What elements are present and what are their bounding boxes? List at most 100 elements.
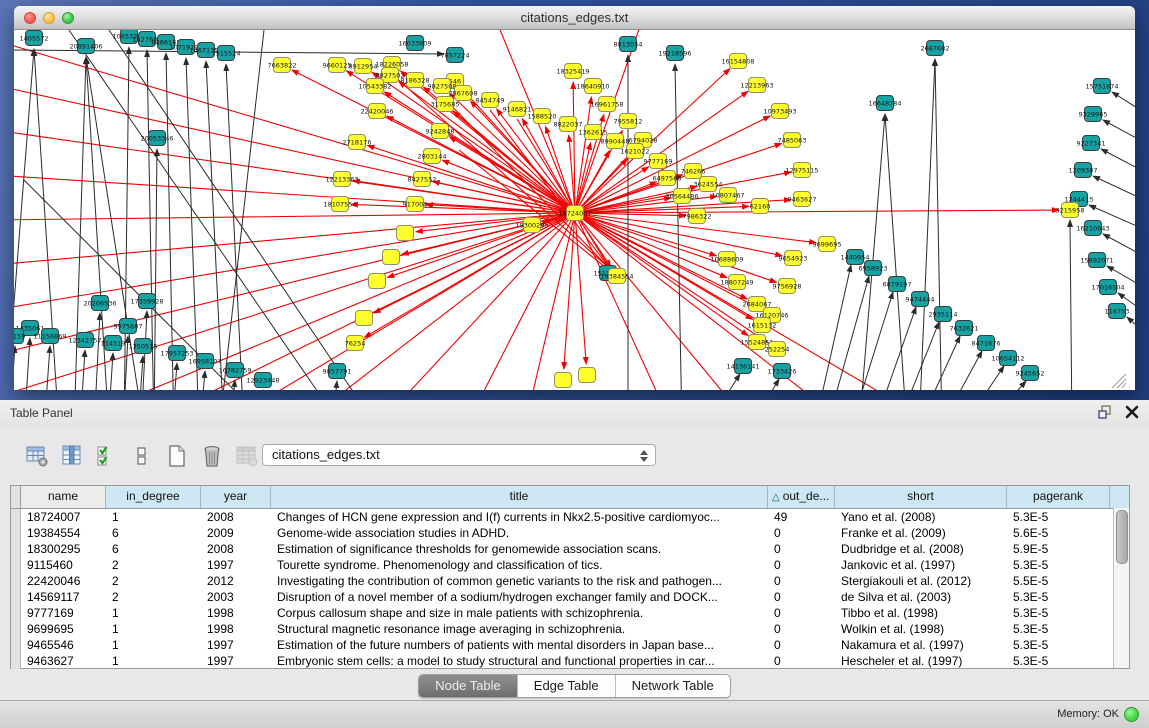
table-row[interactable]: 1938455462009Genome-wide association stu… bbox=[11, 525, 1129, 541]
cell-name[interactable]: 9115460 bbox=[21, 557, 106, 573]
cell-year[interactable]: 1997 bbox=[201, 637, 271, 653]
cell-in_degree[interactable]: 2 bbox=[106, 573, 201, 589]
column-header-year[interactable]: year bbox=[201, 486, 271, 508]
graph-node[interactable]: 252254 bbox=[765, 342, 790, 357]
table-row[interactable]: 946554611997Estimation of the future num… bbox=[11, 637, 1129, 653]
cell-pagerank[interactable]: 5.9E-5 bbox=[1007, 541, 1110, 557]
cell-name[interactable]: 9465546 bbox=[21, 637, 106, 653]
cell-out_de[interactable]: 0 bbox=[768, 557, 835, 573]
close-icon[interactable] bbox=[1125, 405, 1139, 419]
graph-node[interactable]: 9699695 bbox=[813, 237, 842, 252]
graph-node[interactable]: 1350515 bbox=[129, 339, 158, 354]
scrollbar-thumb[interactable] bbox=[1116, 510, 1128, 564]
graph-node[interactable]: 16154808 bbox=[721, 54, 754, 69]
graph-node[interactable]: 9975887 bbox=[114, 319, 143, 334]
delete-table-icon[interactable] bbox=[234, 443, 260, 469]
table-row[interactable]: 969969511998Structural magnetic resonanc… bbox=[11, 621, 1129, 637]
cell-out_de[interactable]: 49 bbox=[768, 509, 835, 525]
graph-node[interactable]: 9245652 bbox=[1016, 366, 1045, 381]
tab-network-table[interactable]: Network Table bbox=[616, 675, 730, 697]
graph-node[interactable]: 2687682 bbox=[921, 41, 950, 56]
graph-node[interactable] bbox=[369, 274, 386, 289]
graph-node[interactable]: 8454749 bbox=[476, 93, 505, 108]
graph-node[interactable] bbox=[579, 368, 596, 383]
cell-short[interactable]: Dudbridge et al. (2008) bbox=[835, 541, 1007, 557]
graph-node[interactable]: 16210643 bbox=[1076, 221, 1109, 236]
cell-year[interactable]: 2009 bbox=[201, 525, 271, 541]
graph-node[interactable]: 12923448 bbox=[246, 373, 279, 388]
cell-year[interactable]: 2012 bbox=[201, 573, 271, 589]
cell-year[interactable]: 2003 bbox=[201, 589, 271, 605]
graph-node[interactable]: 917004 bbox=[403, 197, 428, 212]
table-row[interactable]: 1830029562008Estimation of significance … bbox=[11, 541, 1129, 557]
delete-attribute-icon[interactable] bbox=[199, 443, 225, 469]
graph-node[interactable]: 116753 bbox=[1105, 304, 1130, 319]
cell-in_degree[interactable]: 1 bbox=[106, 621, 201, 637]
graph-node[interactable]: 20053346 bbox=[140, 131, 173, 146]
cell-out_de[interactable]: 0 bbox=[768, 525, 835, 541]
cell-in_degree[interactable]: 1 bbox=[106, 653, 201, 669]
node-table[interactable]: namein_degreeyeartitle△out_de...shortpag… bbox=[10, 485, 1130, 669]
cell-pagerank[interactable]: 5.3E-5 bbox=[1007, 509, 1110, 525]
table-settings-icon[interactable] bbox=[24, 443, 50, 469]
cell-name[interactable]: 9463627 bbox=[21, 653, 106, 669]
cell-out_de[interactable]: 0 bbox=[768, 621, 835, 637]
cell-in_degree[interactable]: 1 bbox=[106, 637, 201, 653]
graph-node[interactable]: 1588520 bbox=[528, 109, 557, 124]
graph-node[interactable]: 10654112 bbox=[991, 351, 1024, 366]
graph-node[interactable]: 39159 bbox=[14, 329, 25, 344]
cell-title[interactable]: Disruption of a novel member of a sodium… bbox=[271, 589, 768, 605]
table-row[interactable]: 1872400712008Changes of HCN gene express… bbox=[11, 509, 1129, 525]
graph-node[interactable]: 17359928 bbox=[130, 294, 163, 309]
graph-node[interactable]: 9654923 bbox=[779, 251, 808, 266]
cell-title[interactable]: Structural magnetic resonance image aver… bbox=[271, 621, 768, 637]
graph-node[interactable]: 16961758 bbox=[590, 97, 623, 112]
graph-node[interactable] bbox=[555, 373, 572, 388]
graph-node[interactable]: 7857224 bbox=[441, 48, 470, 63]
graph-node[interactable]: 76254 bbox=[345, 336, 366, 351]
network-canvas[interactable]: 1405572208914061065328715276026466163107… bbox=[14, 30, 1135, 390]
graph-node[interactable]: 19218596 bbox=[658, 46, 691, 61]
graph-node[interactable]: 15751874 bbox=[1085, 79, 1118, 94]
column-header-short[interactable]: short bbox=[835, 486, 1007, 508]
cell-short[interactable]: Wolkin et al. (1998) bbox=[835, 621, 1007, 637]
graph-node[interactable] bbox=[356, 311, 373, 326]
graph-node[interactable]: 15692071 bbox=[1080, 253, 1113, 268]
graph-node[interactable]: 10688609 bbox=[710, 252, 743, 267]
cell-title[interactable]: Embryonic stem cells: a model to study s… bbox=[271, 653, 768, 669]
graph-node[interactable]: 12342757 bbox=[68, 333, 101, 348]
select-rows-icon[interactable] bbox=[94, 443, 120, 469]
graph-node[interactable]: 7955812 bbox=[614, 114, 643, 129]
cell-year[interactable]: 1998 bbox=[201, 621, 271, 637]
table-row[interactable]: 946362711997Embryonic stem cells: a mode… bbox=[11, 653, 1129, 669]
cell-out_de[interactable]: 0 bbox=[768, 637, 835, 653]
new-attribute-icon[interactable] bbox=[164, 443, 190, 469]
cell-in_degree[interactable]: 6 bbox=[106, 541, 201, 557]
graph-node[interactable]: 9756928 bbox=[773, 279, 802, 294]
table-row[interactable]: 977716911998Corpus callosum shape and si… bbox=[11, 605, 1129, 621]
graph-node[interactable] bbox=[383, 250, 400, 265]
graph-node[interactable]: 18640910 bbox=[576, 79, 609, 94]
graph-node[interactable]: 9227341 bbox=[1077, 136, 1106, 151]
graph-node[interactable]: 9463627 bbox=[788, 192, 817, 207]
cell-short[interactable]: Nakamura et al. (1997) bbox=[835, 637, 1007, 653]
cell-title[interactable]: Estimation of significance thresholds fo… bbox=[271, 541, 768, 557]
table-row[interactable]: 1456911722003Disruption of a novel membe… bbox=[11, 589, 1129, 605]
graph-node[interactable]: 8813054 bbox=[614, 37, 643, 52]
graph-node[interactable]: 1209387 bbox=[1069, 163, 1098, 178]
cell-title[interactable]: Changes of HCN gene expression and I(f) … bbox=[271, 509, 768, 525]
graph-node[interactable]: 7632621 bbox=[950, 321, 979, 336]
cell-year[interactable]: 1998 bbox=[201, 605, 271, 621]
network-window[interactable]: citations_edges.txt 14055722089140610653… bbox=[14, 6, 1135, 390]
cell-name[interactable]: 22420046 bbox=[21, 573, 106, 589]
cell-name[interactable]: 9777169 bbox=[21, 605, 106, 621]
cell-out_de[interactable]: 0 bbox=[768, 573, 835, 589]
graph-node[interactable]: 9474444 bbox=[906, 292, 935, 307]
graph-node[interactable]: 22420046 bbox=[360, 104, 393, 119]
cell-in_degree[interactable]: 2 bbox=[106, 589, 201, 605]
cell-pagerank[interactable]: 5.3E-5 bbox=[1007, 557, 1110, 573]
cell-in_degree[interactable]: 1 bbox=[106, 509, 201, 525]
table-row[interactable]: 911546021997Tourette syndrome. Phenomeno… bbox=[11, 557, 1129, 573]
column-header-pagerank[interactable]: pagerank bbox=[1007, 486, 1110, 508]
cell-in_degree[interactable]: 6 bbox=[106, 525, 201, 541]
